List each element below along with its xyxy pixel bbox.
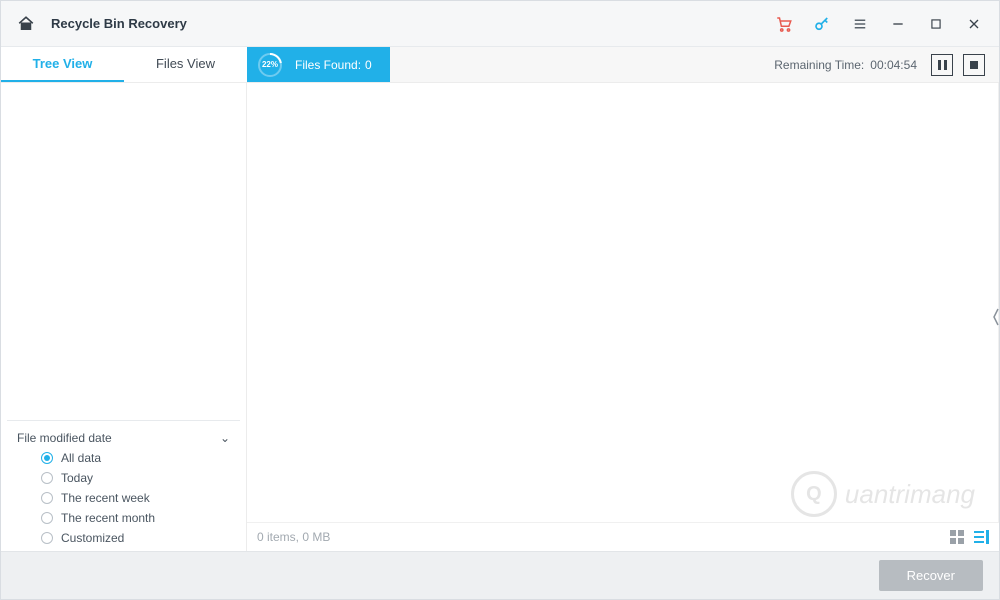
view-tabs: Tree View Files View — [1, 47, 247, 82]
tab-files-view[interactable]: Files View — [124, 47, 247, 82]
files-found-value: 0 — [365, 58, 372, 72]
pause-button[interactable] — [931, 54, 953, 76]
scan-progress: 22% Files Found: 0 — [247, 47, 390, 82]
tab-tree-view[interactable]: Tree View — [1, 47, 124, 82]
key-icon[interactable] — [811, 13, 833, 35]
filter-option-custom[interactable]: Customized — [41, 531, 230, 545]
stop-button[interactable] — [963, 54, 985, 76]
files-found: Files Found: 0 — [295, 58, 372, 72]
radio-icon — [41, 492, 53, 504]
grid-view-icon[interactable] — [949, 529, 965, 545]
radio-icon — [41, 452, 53, 464]
page-title: Recycle Bin Recovery — [51, 16, 187, 31]
filter-option-week[interactable]: The recent week — [41, 491, 230, 505]
filter-option-label: Today — [61, 471, 93, 485]
recover-button[interactable]: Recover — [879, 560, 983, 591]
main-panel: 0 items, 0 MB — [247, 83, 999, 551]
toolbar: Tree View Files View 22% Files Found: 0 … — [1, 47, 999, 83]
progress-percent: 22% — [257, 52, 283, 78]
tree-area — [1, 83, 246, 420]
footer: Recover — [1, 551, 999, 599]
files-found-label: Files Found: — [295, 58, 361, 72]
filter-option-label: Customized — [61, 531, 124, 545]
filter-option-label: All data — [61, 451, 101, 465]
view-mode-toggles — [949, 529, 989, 545]
chevron-down-icon: ⌄ — [220, 431, 230, 445]
scan-controls — [931, 47, 999, 82]
remaining-time: Remaining Time: 00:04:54 — [760, 47, 931, 82]
sidebar: File modified date ⌄ All data Today The … — [1, 83, 247, 551]
home-icon[interactable] — [15, 13, 37, 35]
radio-icon — [41, 512, 53, 524]
filter-option-label: The recent week — [61, 491, 150, 505]
filter-option-all[interactable]: All data — [41, 451, 230, 465]
side-panel-handle[interactable] — [992, 297, 1000, 337]
remaining-time-value: 00:04:54 — [870, 58, 917, 72]
status-summary: 0 items, 0 MB — [257, 530, 330, 544]
cart-icon[interactable] — [773, 13, 795, 35]
radio-icon — [41, 472, 53, 484]
filter-header-label: File modified date — [17, 431, 112, 445]
titlebar-left: Recycle Bin Recovery — [15, 13, 187, 35]
filter-option-today[interactable]: Today — [41, 471, 230, 485]
maximize-icon[interactable] — [925, 13, 947, 35]
filter-panel: File modified date ⌄ All data Today The … — [7, 420, 240, 551]
titlebar: Recycle Bin Recovery — [1, 1, 999, 47]
filter-option-label: The recent month — [61, 511, 155, 525]
filter-option-month[interactable]: The recent month — [41, 511, 230, 525]
file-list-area — [247, 83, 999, 523]
titlebar-actions — [773, 13, 985, 35]
status-bar: 0 items, 0 MB — [247, 523, 999, 551]
filter-options: All data Today The recent week The recen… — [17, 451, 230, 545]
body: File modified date ⌄ All data Today The … — [1, 83, 999, 551]
minimize-icon[interactable] — [887, 13, 909, 35]
radio-icon — [41, 532, 53, 544]
menu-icon[interactable] — [849, 13, 871, 35]
remaining-time-label: Remaining Time: — [774, 58, 864, 72]
close-icon[interactable] — [963, 13, 985, 35]
filter-header[interactable]: File modified date ⌄ — [17, 429, 230, 451]
progress-ring-icon: 22% — [257, 52, 283, 78]
list-view-icon[interactable] — [973, 529, 989, 545]
app-window: Recycle Bin Recovery — [0, 0, 1000, 600]
